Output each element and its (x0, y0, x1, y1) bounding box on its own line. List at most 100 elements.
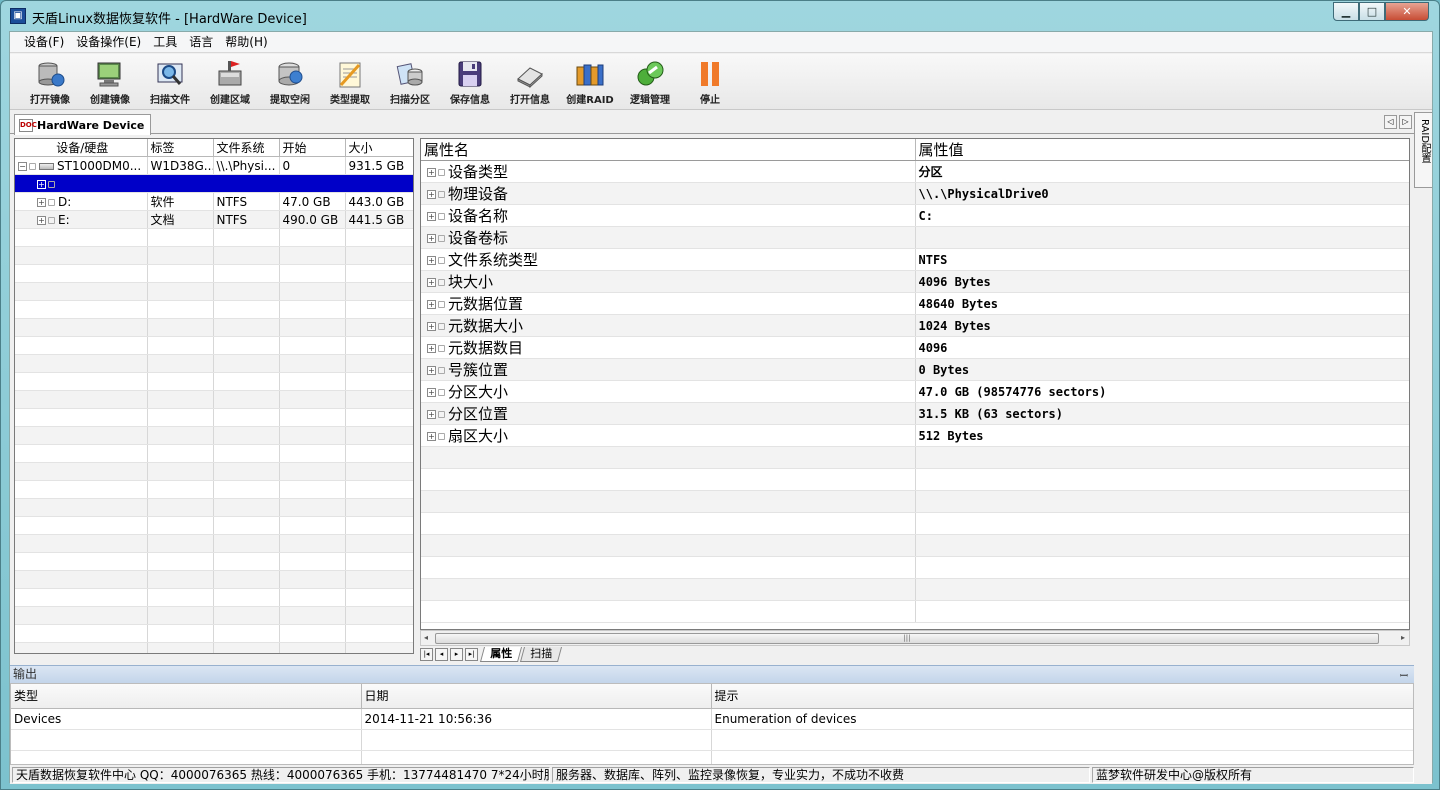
menu-language[interactable]: 语言 (183, 33, 219, 52)
expand-toggle-icon[interactable]: + (427, 190, 436, 199)
expand-toggle-icon[interactable]: + (427, 168, 436, 177)
menu-tools[interactable]: 工具 (147, 33, 183, 52)
column-hint[interactable]: 提示 (711, 684, 1413, 709)
property-row[interactable]: + 文件系统类型 NTFS (421, 248, 1409, 271)
empty-row (15, 426, 413, 445)
scroll-right-arrow-icon[interactable]: ▸ (1401, 633, 1405, 642)
property-row[interactable]: + 元数据数目 4096 (421, 336, 1409, 359)
property-value-cell: 31.5 KB (63 sectors) (915, 402, 1409, 425)
column-start[interactable]: 开始 (279, 139, 346, 157)
empty-row (15, 246, 413, 265)
expand-toggle-icon[interactable]: + (37, 197, 46, 207)
menu-device[interactable]: 设备(F) (18, 33, 70, 52)
tab-next-button[interactable]: ▷ (1399, 115, 1412, 129)
empty-cell (15, 498, 148, 517)
column-label[interactable]: 标签 (147, 139, 214, 157)
device-row[interactable]: + D: 软件 NTFS 47.0 GB 443.0 GB (15, 192, 413, 211)
expand-toggle-icon[interactable]: + (427, 322, 436, 331)
expand-toggle-icon[interactable]: + (37, 215, 46, 225)
property-row[interactable]: + 号簇位置 0 Bytes (421, 358, 1409, 381)
empty-cell (213, 300, 280, 319)
column-property-name[interactable]: 属性名 (421, 139, 916, 161)
expand-toggle-icon[interactable]: + (427, 388, 436, 397)
property-row[interactable]: + 分区位置 31.5 KB (63 sectors) (421, 402, 1409, 425)
empty-row (15, 642, 413, 653)
create-region-button[interactable]: 创建区域 (200, 54, 260, 108)
property-row[interactable]: + 元数据大小 1024 Bytes (421, 314, 1409, 337)
expand-toggle-icon[interactable]: + (427, 366, 436, 375)
empty-cell (345, 390, 413, 409)
raid-config-side-tab[interactable]: RAID配置 (1414, 112, 1432, 188)
empty-cell (345, 516, 413, 535)
app-icon[interactable]: ▣ (10, 8, 26, 24)
empty-row (421, 512, 1409, 535)
open-info-button[interactable]: 打开信息 (500, 54, 560, 108)
property-name-cell: + 分区位置 (421, 402, 916, 425)
expand-toggle-icon[interactable]: + (427, 300, 436, 309)
property-name-cell: + 号簇位置 (421, 358, 916, 381)
menu-help[interactable]: 帮助(H) (219, 33, 273, 52)
property-row[interactable]: + 分区大小 47.0 GB (98574776 sectors) (421, 380, 1409, 403)
scroll-left-arrow-icon[interactable]: ◂ (424, 633, 428, 642)
scrollbar-thumb[interactable]: ||| (435, 633, 1379, 644)
column-date[interactable]: 日期 (361, 684, 712, 709)
extract-free-button[interactable]: 提取空闲 (260, 54, 320, 108)
property-row[interactable]: + 扇区大小 512 Bytes (421, 424, 1409, 447)
empty-cell (361, 750, 712, 764)
menu-device-ops[interactable]: 设备操作(E) (70, 33, 147, 52)
last-sheet-button[interactable]: ▸| (465, 647, 478, 661)
title-bar[interactable]: ▣ 天盾Linux数据恢复软件 - [HardWare Device] ▁ □ … (1, 1, 1439, 31)
create-raid-button[interactable]: 创建RAID (560, 54, 620, 108)
property-row[interactable]: + 设备名称 C: (421, 204, 1409, 227)
property-row[interactable]: + 设备卷标 (421, 226, 1409, 249)
expand-toggle-icon[interactable]: + (427, 278, 436, 287)
tab-hardware-device[interactable]: DOC HardWare Device (14, 114, 152, 135)
next-sheet-button[interactable]: ▸ (450, 647, 463, 661)
empty-cell (213, 246, 280, 265)
expand-toggle-icon[interactable]: + (427, 256, 436, 265)
column-property-value[interactable]: 属性值 (915, 139, 1409, 161)
device-row[interactable]: − ST1000DM0... W1D38G... \\.\Physi... 0 931.5… (15, 156, 413, 175)
prev-sheet-button[interactable]: ◂ (435, 647, 448, 661)
first-sheet-button[interactable]: |◂ (420, 647, 433, 661)
column-filesystem[interactable]: 文件系统 (213, 139, 280, 157)
property-value-cell: C: (915, 204, 1409, 227)
expand-toggle-icon[interactable]: + (427, 410, 436, 419)
expand-toggle-icon[interactable]: + (427, 212, 436, 221)
column-type[interactable]: 类型 (11, 684, 362, 709)
expand-toggle-icon[interactable]: + (37, 179, 46, 189)
minimize-button[interactable]: ▁ (1333, 2, 1359, 21)
column-size[interactable]: 大小 (345, 139, 413, 157)
property-row[interactable]: + 设备类型 分区 (421, 160, 1409, 183)
save-info-button[interactable]: 保存信息 (440, 54, 500, 108)
column-device[interactable]: 设备/硬盘 (15, 139, 148, 157)
output-row[interactable]: Devices 2014-11-21 10:56:36 Enumeration of… (11, 708, 1413, 730)
tab-prev-button[interactable]: ◁ (1384, 115, 1397, 129)
horizontal-scrollbar[interactable]: ◂ ||| ▸ (420, 630, 1410, 646)
device-row[interactable]: + (15, 174, 413, 193)
close-button[interactable]: ✕ (1385, 2, 1429, 21)
property-row[interactable]: + 块大小 4096 Bytes (421, 270, 1409, 293)
stop-button[interactable]: 停止 (680, 54, 740, 108)
device-row[interactable]: + E: 文档 NTFS 490.0 GB 441.5 GB (15, 210, 413, 229)
create-image-button[interactable]: 创建镜像 (80, 54, 140, 108)
type-extract-button[interactable]: 类型提取 (320, 54, 380, 108)
open-image-button[interactable]: 打开镜像 (20, 54, 80, 108)
expand-toggle-icon[interactable]: + (427, 432, 436, 441)
sheet-tab-scan[interactable]: 扫描 (519, 646, 563, 662)
empty-cell (345, 570, 413, 589)
expand-toggle-icon[interactable]: − (18, 161, 27, 171)
sheet-tab-properties[interactable]: 属性 (479, 646, 523, 662)
expand-toggle-icon[interactable]: + (427, 234, 436, 243)
empty-cell (147, 480, 214, 499)
empty-cell (213, 588, 280, 607)
expand-toggle-icon[interactable]: + (427, 344, 436, 353)
scan-files-button[interactable]: 扫描文件 (140, 54, 200, 108)
device-label-cell (147, 174, 214, 193)
logic-manage-button[interactable]: 逻辑管理 (620, 54, 680, 108)
property-row[interactable]: + 元数据位置 48640 Bytes (421, 292, 1409, 315)
empty-cell (147, 606, 214, 625)
maximize-button[interactable]: □ (1359, 2, 1385, 21)
scan-partition-button[interactable]: 扫描分区 (380, 54, 440, 108)
property-row[interactable]: + 物理设备 \\.\PhysicalDrive0 (421, 182, 1409, 205)
